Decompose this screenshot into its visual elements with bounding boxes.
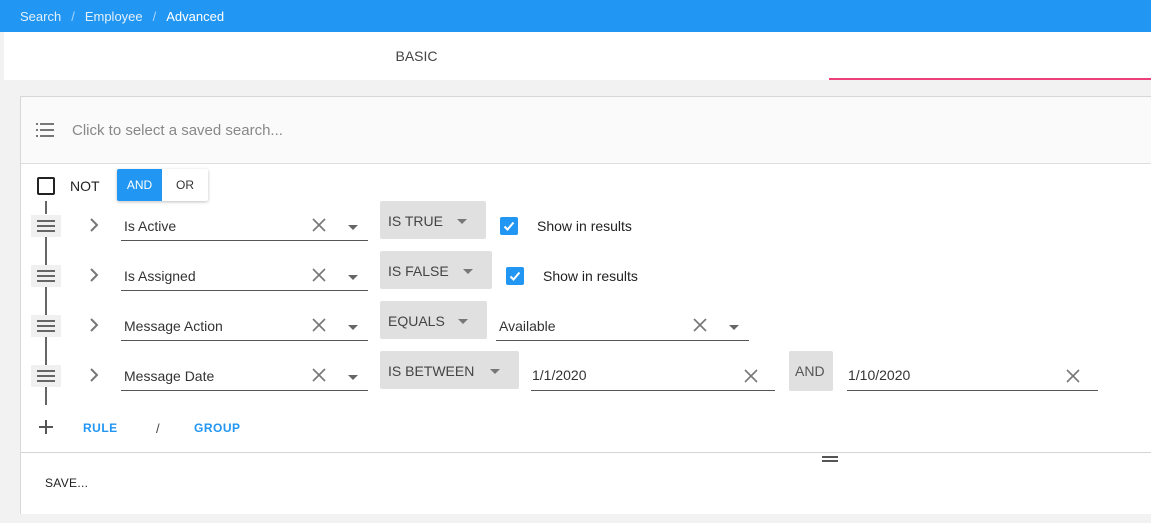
dropdown-arrow-icon[interactable] [729,325,739,330]
operator-select[interactable]: EQUALS [380,301,487,339]
tree-connector [45,387,47,405]
chevron-right-icon[interactable] [89,218,99,232]
tree-connector [45,201,47,214]
breadcrumb-search[interactable]: Search [20,9,61,24]
clear-icon[interactable] [1066,369,1080,383]
date-from-value: 1/1/2020 [532,367,587,383]
clear-icon[interactable] [312,318,326,332]
show-in-results-checkbox[interactable] [506,267,524,285]
checkmark-icon [509,271,521,281]
rule-value: Available [499,318,556,334]
chevron-right-icon[interactable] [89,268,99,282]
clear-icon[interactable] [312,368,326,382]
clear-icon[interactable] [693,318,707,332]
action-separator: / [156,421,160,436]
rule-field-select[interactable]: Is Active [121,207,368,241]
operator-label: IS BETWEEN [388,363,475,379]
chevron-right-icon[interactable] [89,318,99,332]
operator-select[interactable]: IS TRUE [380,201,486,239]
saved-search-placeholder: Click to select a saved search... [72,122,283,139]
drag-handle[interactable] [31,365,61,387]
breadcrumb-separator: / [71,9,75,24]
drag-handle[interactable] [31,315,61,337]
operator-label: EQUALS [388,313,445,329]
advanced-search-panel: Click to select a saved search... NOT AN… [20,96,1151,514]
not-checkbox[interactable] [37,177,55,195]
rule-field-value: Is Assigned [124,268,196,284]
combinator-toggle: AND OR [117,169,208,201]
date-to-input[interactable]: 1/10/2020 [847,357,1098,391]
chevron-right-icon[interactable] [89,368,99,382]
drag-handle[interactable] [31,215,61,237]
rule-field-select[interactable]: Is Assigned [121,257,368,291]
tab-basic[interactable]: BASIC [4,32,829,80]
breadcrumb-employee[interactable]: Employee [85,9,143,24]
show-in-results-label: Show in results [543,268,638,284]
list-icon [36,123,54,137]
dropdown-arrow-icon[interactable] [348,225,358,230]
dropdown-arrow-icon [457,219,467,224]
operator-label: IS TRUE [388,213,443,229]
operator-label: IS FALSE [388,263,449,279]
breadcrumb-advanced: Advanced [166,9,225,24]
clear-icon[interactable] [744,369,758,383]
clear-icon[interactable] [312,268,326,282]
saved-search-selector[interactable]: Click to select a saved search... [21,97,1151,164]
rule-field-value: Message Date [124,368,215,384]
between-and-text: AND [795,363,825,379]
clear-icon[interactable] [312,218,326,232]
breadcrumb: Search / Employee / Advanced [20,9,224,24]
dropdown-arrow-icon [463,269,473,274]
and-button[interactable]: AND [117,169,162,201]
dropdown-arrow-icon [490,369,500,374]
add-group-button[interactable]: GROUP [194,421,241,435]
date-from-input[interactable]: 1/1/2020 [531,357,775,391]
dropdown-arrow-icon [458,319,468,324]
rule-field-value: Message Action [124,318,223,334]
resize-grip-icon[interactable] [822,456,838,462]
breadcrumb-separator: / [152,9,157,24]
show-in-results-label: Show in results [537,218,632,234]
rule-field-select[interactable]: Message Date [121,357,368,391]
tab-bar: BASIC [4,32,1151,80]
rule-field-select[interactable]: Message Action [121,307,368,341]
rule-value-select[interactable]: Available [496,307,749,341]
operator-select[interactable]: IS FALSE [380,251,492,289]
checkmark-icon [503,221,515,231]
top-bar: Search / Employee / Advanced [0,0,1151,32]
dropdown-arrow-icon[interactable] [348,325,358,330]
save-button[interactable]: SAVE... [45,476,88,490]
dropdown-arrow-icon[interactable] [348,375,358,380]
add-icon[interactable] [39,420,53,434]
show-in-results-checkbox[interactable] [500,217,518,235]
or-button[interactable]: OR [162,169,208,201]
rule-field-value: Is Active [124,218,177,234]
add-rule-button[interactable]: RULE [83,421,118,435]
tab-advanced[interactable] [829,32,1151,80]
operator-select[interactable]: IS BETWEEN [380,351,519,389]
between-and-label: AND [789,351,833,391]
not-label: NOT [70,178,100,194]
drag-handle[interactable] [31,265,61,287]
dropdown-arrow-icon[interactable] [348,275,358,280]
tab-active-indicator [829,78,1151,80]
date-to-value: 1/10/2020 [848,367,911,383]
panel-footer: SAVE... [21,452,1151,514]
